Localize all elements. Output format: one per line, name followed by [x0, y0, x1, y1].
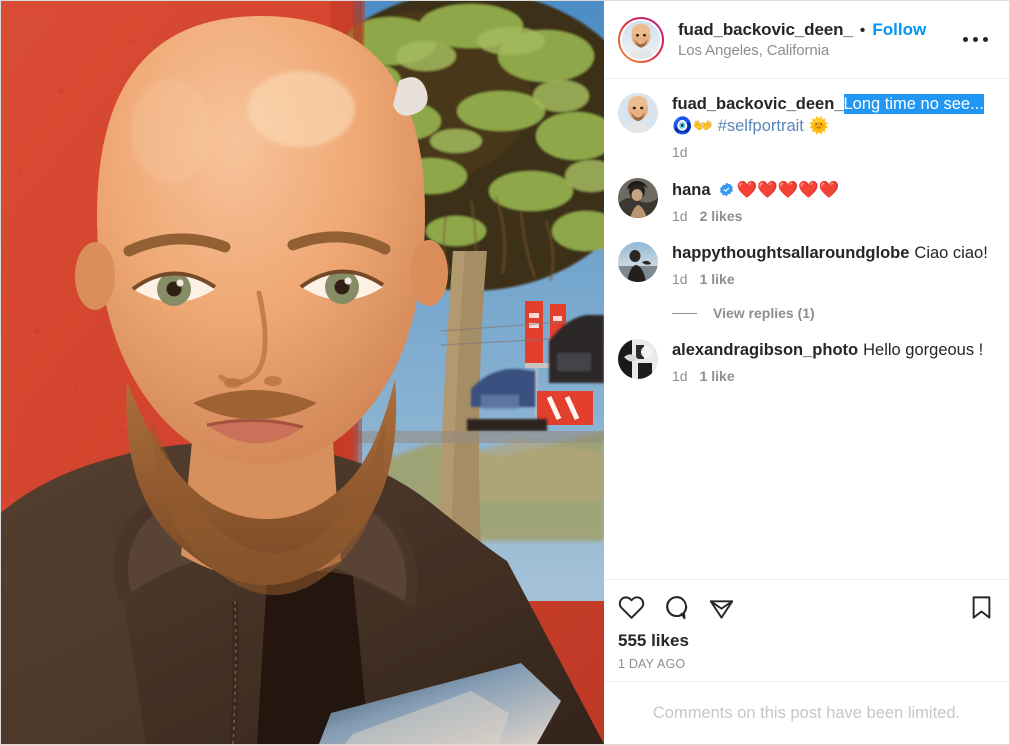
comment-meta: 1d 2 likes [672, 208, 993, 224]
photo-artwork [1, 1, 604, 744]
bookmark-icon[interactable] [968, 594, 995, 621]
comment-message: Ciao ciao! [914, 244, 988, 262]
commenter-avatar-artwork [618, 339, 658, 379]
commenter-avatar[interactable] [618, 178, 658, 218]
comment-timestamp: 1d [672, 368, 688, 384]
view-replies-button[interactable]: View replies (1) [672, 305, 993, 321]
avatar-image [620, 18, 662, 61]
action-icon-row [618, 588, 995, 623]
author-name-row: fuad_backovic_deen_ • Follow [678, 20, 955, 40]
likes-count[interactable]: 555 likes [618, 623, 995, 651]
post-photo[interactable] [1, 1, 604, 744]
comments-limited-bar: Comments on this post have been limited. [604, 681, 1009, 744]
author-username[interactable]: fuad_backovic_deen_ [678, 20, 853, 40]
comment-text: alexandragibson_photo Hello gorgeous ! [672, 340, 993, 361]
follow-button[interactable]: Follow [872, 20, 926, 40]
caption-body: fuad_backovic_deen_Long time no see... 🧿… [672, 93, 993, 160]
commenter-avatar[interactable] [618, 242, 658, 282]
caption-hashtag[interactable]: #selfportrait [718, 117, 804, 135]
comment-timestamp: 1d [672, 271, 688, 287]
comment-timestamp: 1d [672, 208, 688, 224]
comment-item: happythoughtsallaroundglobe Ciao ciao! 1d… [618, 242, 993, 287]
paper-plane-icon[interactable] [708, 594, 735, 621]
nazar-amulet-icon: 🧿 [672, 116, 693, 135]
heart-icon[interactable] [618, 594, 645, 621]
caption-selected-text[interactable]: Long time no see... [843, 94, 984, 114]
comment-bubble-icon[interactable] [663, 594, 690, 621]
sun-icon: 🌞 [808, 116, 830, 135]
replies-dash [672, 312, 697, 314]
separator-dot: • [859, 22, 866, 39]
comment-item: alexandragibson_photo Hello gorgeous ! 1d… [618, 339, 993, 384]
comment-likes[interactable]: 2 likes [700, 208, 743, 224]
commenter-avatar[interactable] [618, 339, 658, 379]
caption-timestamp: 1d [672, 144, 688, 160]
post-header: fuad_backovic_deen_ • Follow Los Angeles… [604, 1, 1009, 79]
ellipsis-dot-3 [982, 37, 988, 42]
comments-list[interactable]: fuad_backovic_deen_Long time no see... 🧿… [604, 79, 1009, 579]
comment-likes[interactable]: 1 like [700, 368, 735, 384]
comment-body: alexandragibson_photo Hello gorgeous ! 1d… [672, 339, 993, 384]
post-actions: 555 likes 1 DAY AGO [604, 579, 1009, 681]
author-avatar[interactable] [618, 16, 664, 63]
ellipsis-icon[interactable] [955, 20, 995, 60]
commenter-avatar-artwork [618, 178, 658, 218]
comment-meta: 1d 1 like [672, 271, 993, 287]
avatar-artwork [622, 20, 660, 59]
view-replies-label[interactable]: View replies (1) [713, 305, 815, 321]
post-location[interactable]: Los Angeles, California [678, 42, 955, 59]
caption-meta: 1d [672, 144, 993, 160]
comment-body: hana ❤️❤️❤️❤️❤️ 1d 2 likes [672, 178, 993, 224]
comment-text: hana ❤️❤️❤️❤️❤️ [672, 179, 993, 201]
verified-badge-icon [719, 182, 734, 197]
ellipsis-dot-2 [972, 37, 978, 42]
comment-meta: 1d 1 like [672, 368, 993, 384]
comment-text: happythoughtsallaroundglobe Ciao ciao! [672, 243, 993, 264]
caption-avatar[interactable] [618, 93, 658, 133]
post-caption: fuad_backovic_deen_Long time no see... 🧿… [618, 93, 993, 160]
comment-item: hana ❤️❤️❤️❤️❤️ 1d 2 likes [618, 178, 993, 224]
caption-avatar-artwork [618, 93, 658, 133]
commenter-username[interactable]: hana [672, 181, 711, 199]
comment-hearts: ❤️❤️❤️❤️❤️ [736, 180, 840, 199]
ellipsis-dot-1 [962, 37, 968, 42]
post-timestamp: 1 DAY AGO [618, 657, 686, 671]
instagram-post: fuad_backovic_deen_ • Follow Los Angeles… [0, 0, 1010, 745]
commenter-avatar-artwork [618, 242, 658, 282]
comment-body: happythoughtsallaroundglobe Ciao ciao! 1d… [672, 242, 993, 287]
comment-message: Hello gorgeous ! [863, 341, 984, 359]
commenter-username[interactable]: alexandragibson_photo [672, 341, 858, 359]
author-info: fuad_backovic_deen_ • Follow Los Angeles… [678, 20, 955, 59]
caption-username[interactable]: fuad_backovic_deen_ [672, 95, 844, 113]
open-hands-icon: 👐 [692, 116, 714, 135]
post-details-panel: fuad_backovic_deen_ • Follow Los Angeles… [604, 1, 1009, 744]
comment-likes[interactable]: 1 like [700, 271, 735, 287]
comments-limited-message: Comments on this post have been limited. [652, 703, 961, 722]
commenter-username[interactable]: happythoughtsallaroundglobe [672, 244, 909, 262]
caption-text: fuad_backovic_deen_Long time no see... 🧿… [672, 94, 993, 137]
